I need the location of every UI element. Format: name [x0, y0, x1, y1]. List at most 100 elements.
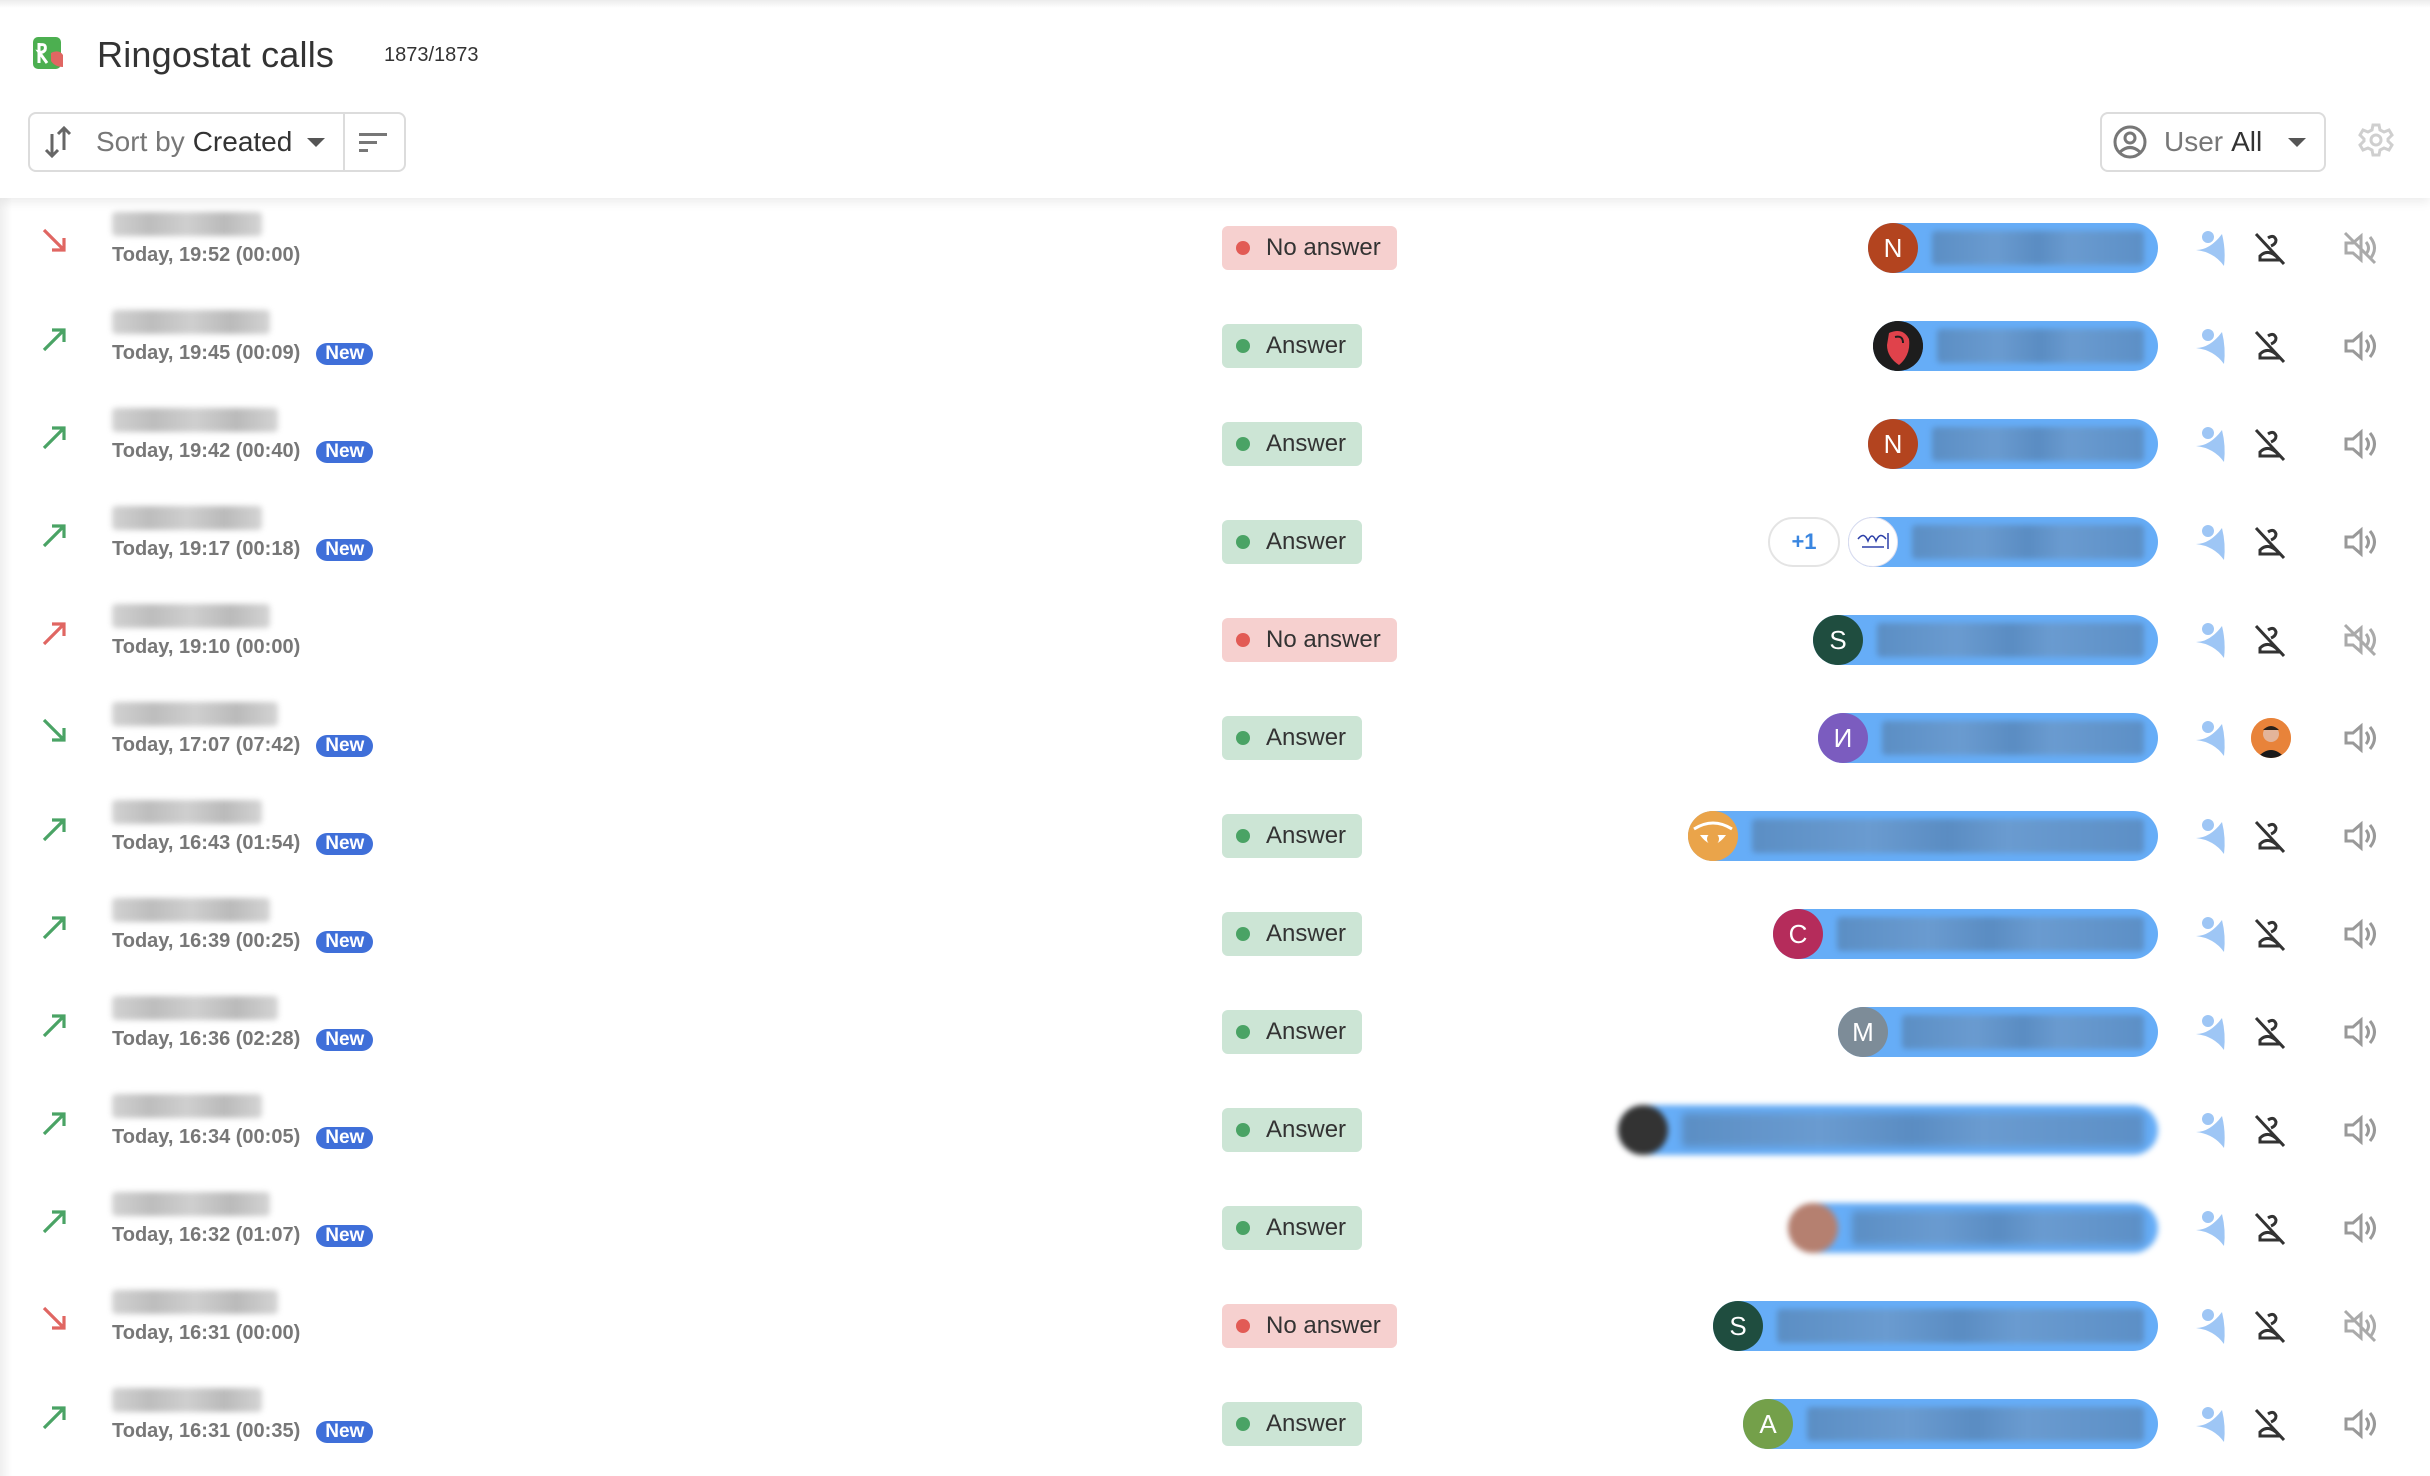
no-contact-icon[interactable]	[2250, 228, 2290, 268]
play-recording-icon[interactable]	[2340, 522, 2380, 562]
play-recording-icon[interactable]	[2340, 1208, 2380, 1248]
client-card-icon[interactable]	[2192, 914, 2232, 954]
play-recording-icon[interactable]	[2340, 1110, 2380, 1150]
extra-users-button[interactable]: +1	[1768, 517, 1840, 567]
user-filter-label: User	[2164, 126, 2224, 157]
client-card-icon[interactable]	[2192, 424, 2232, 464]
user-pill[interactable]: [redacted]	[1848, 517, 2158, 567]
contact-avatar[interactable]	[2251, 718, 2291, 758]
phone-number[interactable]: [redacted]	[112, 800, 262, 824]
avatar: A	[1743, 1399, 1793, 1449]
client-card-icon[interactable]	[2192, 1012, 2232, 1052]
client-card-icon[interactable]	[2192, 620, 2232, 660]
no-contact-icon[interactable]	[2250, 326, 2290, 366]
outgoing-call-arrow-icon	[42, 1210, 66, 1234]
call-row[interactable]: [redacted] Today, 19:42 (00:40) New Answer N…	[0, 394, 2430, 492]
phone-number[interactable]: [redacted]	[112, 1388, 262, 1412]
no-recording-icon[interactable]	[2340, 1306, 2380, 1346]
call-row[interactable]: [redacted] Today, 16:43 (01:54) New Answer […	[0, 786, 2430, 884]
new-badge: New	[316, 1224, 374, 1247]
client-card-icon[interactable]	[2192, 1306, 2232, 1346]
call-row[interactable]: [redacted] Today, 19:52 (00:00) No answer N…	[0, 198, 2430, 296]
no-contact-icon[interactable]	[2250, 1404, 2290, 1444]
new-badge: New	[316, 930, 374, 953]
sort-dropdown[interactable]: Sort by Created	[30, 114, 345, 170]
phone-number[interactable]: [redacted]	[112, 1094, 262, 1118]
play-recording-icon[interactable]	[2340, 1404, 2380, 1444]
user-pill[interactable]: M [redacted]	[1838, 1007, 2158, 1057]
call-time-duration: Today, 16:43 (01:54)	[112, 832, 301, 854]
no-contact-icon[interactable]	[2250, 1306, 2290, 1346]
phone-number[interactable]: [redacted]	[112, 310, 270, 334]
call-row[interactable]: [redacted] Today, 19:10 (00:00) No answer S…	[0, 590, 2430, 688]
call-row[interactable]: [redacted] Today, 16:32 (01:07) New Answer […	[0, 1178, 2430, 1276]
call-row[interactable]: [redacted] Today, 16:34 (00:05) New Answer […	[0, 1080, 2430, 1178]
phone-number[interactable]: [redacted]	[112, 1192, 270, 1216]
no-contact-icon[interactable]	[2250, 424, 2290, 464]
top-shadow	[0, 0, 2430, 8]
user-pill[interactable]: [redacted]	[1873, 321, 2158, 371]
user-pill[interactable]: [redacted]	[1618, 1105, 2158, 1155]
phone-number[interactable]: [redacted]	[112, 702, 278, 726]
phone-number[interactable]: [redacted]	[112, 996, 278, 1020]
play-recording-icon[interactable]	[2340, 914, 2380, 954]
status-badge: No answer	[1222, 1304, 1397, 1348]
user-pill[interactable]: C [redacted]	[1773, 909, 2158, 959]
client-card-icon[interactable]	[2192, 522, 2232, 562]
user-filter-dropdown[interactable]: User All	[2100, 112, 2326, 172]
avatar: И	[1818, 713, 1868, 763]
play-recording-icon[interactable]	[2340, 326, 2380, 366]
no-contact-icon[interactable]	[2250, 522, 2290, 562]
client-card-icon[interactable]	[2192, 228, 2232, 268]
call-row[interactable]: [redacted] Today, 17:07 (07:42) New Answer И…	[0, 688, 2430, 786]
phone-number[interactable]: [redacted]	[112, 506, 262, 530]
call-row[interactable]: [redacted] Today, 19:45 (00:09) New Answer […	[0, 296, 2430, 394]
phone-number[interactable]: [redacted]	[112, 1290, 278, 1314]
no-contact-icon[interactable]	[2250, 816, 2290, 856]
no-recording-icon[interactable]	[2340, 228, 2380, 268]
client-card-icon[interactable]	[2192, 718, 2232, 758]
header: Ringostat calls 1873/1873 Sort by Create…	[0, 0, 2430, 198]
status-dot	[1236, 437, 1250, 451]
phone-number[interactable]: [redacted]	[112, 898, 270, 922]
user-circle-icon	[2113, 125, 2147, 159]
call-row[interactable]: [redacted] Today, 16:36 (02:28) New Answer M…	[0, 982, 2430, 1080]
phone-number[interactable]: [redacted]	[112, 212, 262, 236]
play-recording-icon[interactable]	[2340, 424, 2380, 464]
user-pill[interactable]: И [redacted]	[1818, 713, 2158, 763]
play-recording-icon[interactable]	[2340, 718, 2380, 758]
no-contact-icon[interactable]	[2250, 914, 2290, 954]
client-card-icon[interactable]	[2192, 1208, 2232, 1248]
play-recording-icon[interactable]	[2340, 816, 2380, 856]
user-pill[interactable]: [redacted]	[1788, 1203, 2158, 1253]
client-card-icon[interactable]	[2192, 1404, 2232, 1444]
user-pill[interactable]: S [redacted]	[1813, 615, 2158, 665]
phone-number[interactable]: [redacted]	[112, 604, 270, 628]
call-row[interactable]: [redacted] Today, 19:17 (00:18) New Answer […	[0, 492, 2430, 590]
call-row[interactable]: [redacted] Today, 16:31 (00:35) New Answer A…	[0, 1374, 2430, 1472]
client-card-icon[interactable]	[2192, 816, 2232, 856]
no-contact-icon[interactable]	[2250, 1110, 2290, 1150]
user-pill[interactable]: N [redacted]	[1868, 223, 2158, 273]
filter-button[interactable]	[345, 114, 404, 170]
status-dot	[1236, 535, 1250, 549]
no-contact-icon[interactable]	[2250, 620, 2290, 660]
client-card-icon[interactable]	[2192, 326, 2232, 366]
no-contact-icon[interactable]	[2250, 1208, 2290, 1248]
client-card-icon[interactable]	[2192, 1110, 2232, 1150]
no-contact-icon[interactable]	[2250, 1012, 2290, 1052]
call-time-duration: Today, 16:31 (00:35)	[112, 1420, 301, 1442]
user-pill[interactable]: N [redacted]	[1868, 419, 2158, 469]
user-pill[interactable]: A [redacted]	[1743, 1399, 2158, 1449]
status-badge: Answer	[1222, 1108, 1363, 1152]
play-recording-icon[interactable]	[2340, 1012, 2380, 1052]
no-recording-icon[interactable]	[2340, 620, 2380, 660]
phone-number[interactable]: [redacted]	[112, 408, 278, 432]
avatar: N	[1868, 223, 1918, 273]
call-row[interactable]: [redacted] Today, 16:31 (00:00) No answer S…	[0, 1276, 2430, 1374]
call-row[interactable]: [redacted] Today, 16:39 (00:25) New Answer C…	[0, 884, 2430, 982]
user-pill[interactable]: S [redacted]	[1713, 1301, 2158, 1351]
user-pill[interactable]: [redacted]	[1688, 811, 2158, 861]
call-time-duration: Today, 16:36 (02:28)	[112, 1028, 301, 1050]
gear-icon[interactable]	[2358, 122, 2394, 158]
